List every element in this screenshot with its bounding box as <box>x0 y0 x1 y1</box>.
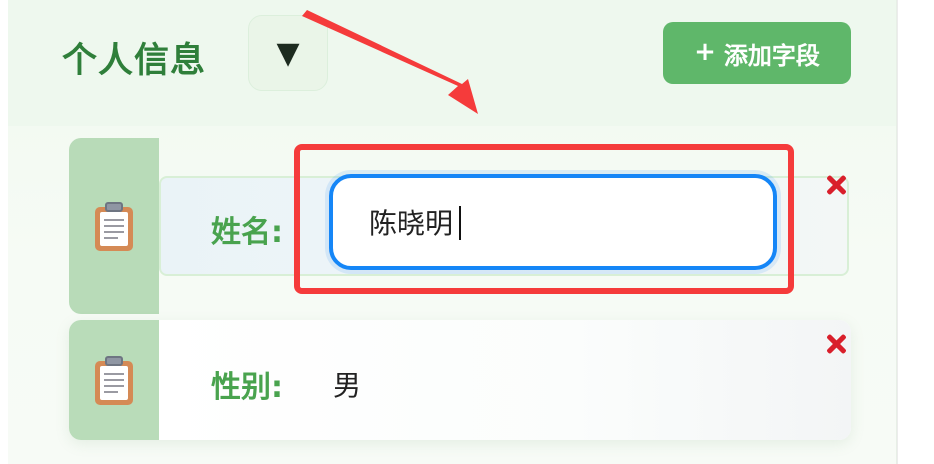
triangle-down-icon: ▼ <box>276 35 300 71</box>
clipboard-icon <box>95 201 133 251</box>
clipboard-icon <box>95 355 133 405</box>
field-card-name: 姓名: <box>69 138 851 314</box>
name-input-wrapper <box>329 174 777 270</box>
field-accent <box>69 320 159 440</box>
close-icon[interactable] <box>824 173 848 197</box>
panel-header: 个人信息 ▼ + 添加字段 <box>8 0 896 126</box>
personal-info-panel: 个人信息 ▼ + 添加字段 姓名: 陈晓明 性别: 男 <box>8 0 897 464</box>
left-strip <box>0 0 8 464</box>
collapse-toggle-button[interactable]: ▼ <box>248 15 328 91</box>
field-value-gender[interactable]: 男 <box>333 364 361 404</box>
add-field-button[interactable]: + 添加字段 <box>663 22 851 84</box>
screen: 个人信息 ▼ + 添加字段 姓名: 陈晓明 性别: 男 <box>0 0 934 464</box>
section-title: 个人信息 <box>62 41 207 81</box>
text-caret <box>459 206 461 240</box>
field-label-name: 姓名: <box>211 215 283 250</box>
field-accent <box>69 138 159 314</box>
right-edge-strip <box>897 0 934 464</box>
field-card-gender: 性别: 男 <box>69 320 851 440</box>
add-field-label: 添加字段 <box>723 41 820 70</box>
plus-icon: + <box>694 37 716 67</box>
name-input[interactable] <box>329 174 777 270</box>
close-icon[interactable] <box>824 332 848 356</box>
field-label-gender: 性别: <box>211 370 283 405</box>
